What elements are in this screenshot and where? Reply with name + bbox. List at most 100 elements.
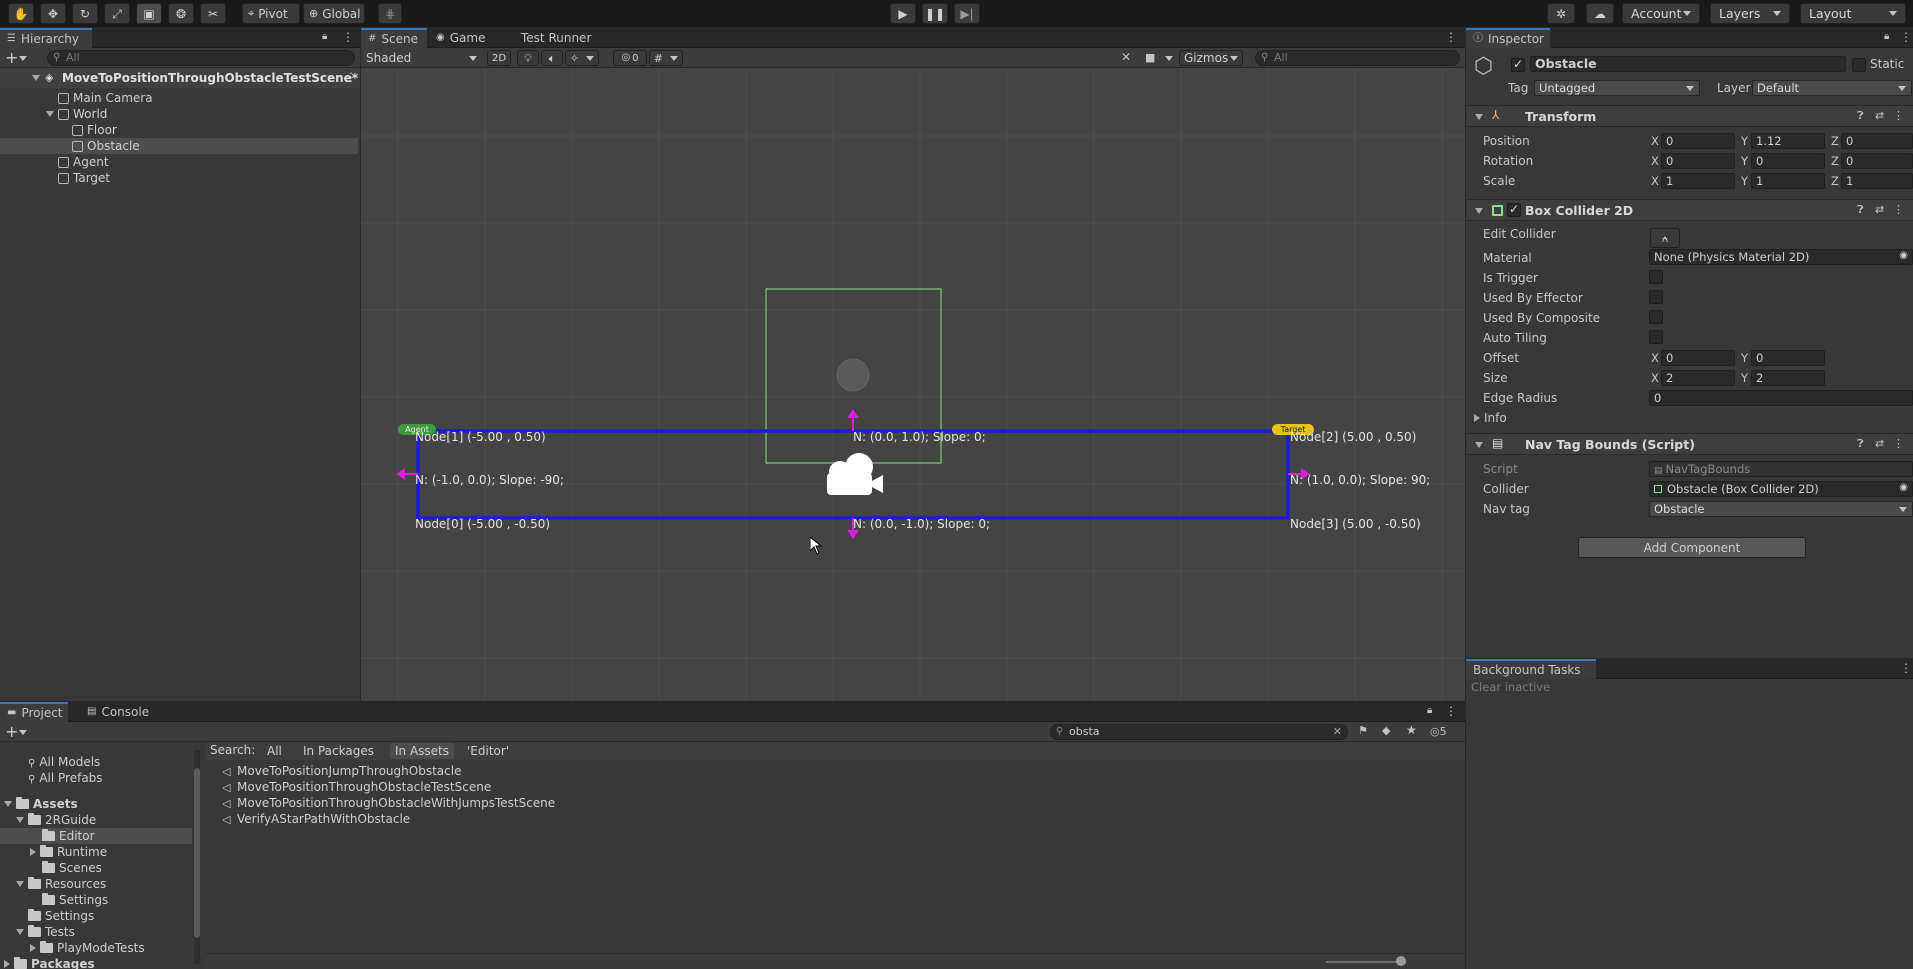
position-x-field[interactable]: 0 [1661,133,1735,149]
result-item[interactable]: ◁ MoveToPositionThroughObstacleTestScene [222,779,491,795]
account-dropdown[interactable]: Account [1622,3,1700,24]
material-field[interactable]: None (Physics Material 2D) ◉ [1649,249,1913,265]
edge-radius-field[interactable]: 0 [1649,390,1913,406]
cloud-button[interactable]: ☁ [1586,3,1614,24]
is-trigger-checkbox[interactable] [1649,270,1663,284]
tree-item-editor[interactable]: Editor [0,828,192,844]
offset-x-field[interactable]: 0 [1661,350,1735,366]
tab-console[interactable]: ▤ Console [80,702,154,722]
tree-scrollbar[interactable] [194,750,200,964]
static-checkbox[interactable] [1852,58,1866,72]
lock-icon[interactable]: 🔒︎ [1427,706,1432,716]
tree-item-runtime[interactable]: Runtime [30,844,107,860]
more-options-icon[interactable]: ⋮ [342,31,354,43]
used-by-effector-checkbox[interactable] [1649,290,1663,304]
result-item[interactable]: ◁ MoveToPositionJumpThroughObstacle [222,763,461,779]
hierarchy-item-agent[interactable]: Agent [0,154,358,170]
hierarchy-item-world[interactable]: World [0,106,358,122]
chevron-down-icon[interactable] [46,111,54,117]
box-collider-header[interactable]: Box Collider 2D ❓︎ ⇄ ⋮ [1467,199,1913,221]
tree-item-2rguide[interactable]: 2RGuide [16,812,96,828]
tree-item-settings[interactable]: Settings [28,908,94,924]
rotation-x-field[interactable]: 0 [1661,153,1735,169]
used-by-composite-checkbox[interactable] [1649,310,1663,324]
preset-icon[interactable]: ⇄ [1875,109,1884,122]
scene-search-input[interactable]: All [1255,50,1460,66]
position-y-field[interactable]: 1.12 [1751,133,1825,149]
rotation-y-field[interactable]: 0 [1751,153,1825,169]
lighting-toggle[interactable]: 💡︎ [517,50,539,66]
hidden-packages-toggle[interactable]: ◎5 [1430,725,1447,738]
tools-icon[interactable]: ✕ [1121,51,1131,63]
move-tool-button[interactable]: ✥ [40,3,66,24]
layer-dropdown[interactable]: Default [1752,80,1912,96]
tree-item-tests[interactable]: Tests [16,924,75,940]
filter-type-icon[interactable]: ⚑ [1358,725,1368,736]
scope-in-packages[interactable]: In Packages [298,743,379,759]
services-button[interactable]: ✲ [1547,3,1575,24]
tab-hierarchy[interactable]: ☰ Hierarchy [0,28,92,48]
scale-x-field[interactable]: 1 [1661,173,1735,189]
more-options-icon[interactable]: ⋮ [1893,109,1904,122]
scope-all[interactable]: All [262,743,287,759]
chevron-down-icon[interactable] [16,817,24,823]
lock-icon[interactable]: 🔒︎ [322,32,327,42]
tree-item-resources[interactable]: Resources [16,876,106,892]
tree-item-scenes[interactable]: Scenes [42,860,102,876]
hand-tool-button[interactable]: ✋ [8,3,34,24]
effects-dropdown[interactable]: ✧ [565,50,599,66]
more-options-icon[interactable]: ⋮ [345,71,357,83]
offset-y-field[interactable]: 0 [1751,350,1825,366]
scale-y-field[interactable]: 1 [1751,173,1825,189]
project-search-input[interactable]: obsta ✕ [1050,724,1348,740]
collider-field[interactable]: Obstacle (Box Collider 2D) ◉ [1649,481,1913,497]
clear-search-icon[interactable]: ✕ [1333,725,1342,739]
scope-editor[interactable]: 'Editor' [462,743,514,759]
gizmos-dropdown[interactable]: Gizmos [1179,50,1243,66]
object-picker-icon[interactable]: ◉ [1899,483,1908,493]
icon-size-slider-track[interactable] [1326,961,1406,963]
help-icon[interactable]: ❓︎ [1857,437,1864,451]
global-toggle[interactable]: ⊕ Global [303,3,365,24]
chevron-down-icon[interactable] [32,75,40,81]
grid-dropdown[interactable]: # [649,50,683,66]
hierarchy-item-floor[interactable]: Floor [0,122,358,138]
favorite-star-icon[interactable]: ★ [1406,724,1417,736]
info-foldout[interactable]: Info [1474,409,1507,427]
auto-tiling-checkbox[interactable] [1649,330,1663,344]
rotation-z-field[interactable]: 0 [1841,153,1913,169]
chevron-down-icon[interactable] [16,881,24,887]
scale-z-field[interactable]: 1 [1841,173,1913,189]
tree-scrollbar-thumb[interactable] [194,768,200,938]
result-item[interactable]: ◁ MoveToPositionThroughObstacleWithJumpsT… [222,795,555,811]
chevron-right-icon[interactable] [4,960,10,968]
transform-tool-button[interactable]: ❂ [168,3,194,24]
hidden-objects-toggle[interactable]: ◎ 0 [613,50,647,66]
size-x-field[interactable]: 2 [1661,370,1735,386]
step-button[interactable]: ▶| [954,3,980,24]
nav-tag-dropdown[interactable]: Obstacle [1649,501,1913,517]
more-options-icon[interactable]: ⋮ [1893,203,1904,216]
object-picker-icon[interactable]: ◉ [1899,251,1908,261]
hierarchy-search-input[interactable]: All [47,50,355,66]
more-options-icon[interactable]: ⋮ [1893,437,1904,450]
icon-size-slider-thumb[interactable] [1396,956,1406,966]
scene-header[interactable]: ◈ MoveToPositionThroughObstacleTestScene… [0,68,360,88]
hierarchy-item-main-camera[interactable]: Main Camera [0,90,358,106]
play-button[interactable]: ▶ [890,3,916,24]
add-icon[interactable]: + [5,48,18,67]
preset-icon[interactable]: ⇄ [1875,203,1884,216]
scope-in-assets[interactable]: In Assets [390,743,455,759]
2d-toggle[interactable]: 2D [487,50,511,66]
favorite-all-models[interactable]: ⚲ All Models [28,754,100,770]
tree-item-resources-settings[interactable]: Settings [42,892,108,908]
scale-tool-button[interactable]: ⤢ [104,3,130,24]
object-name-field[interactable]: Obstacle [1530,56,1846,72]
pause-button[interactable]: ❚❚ [922,3,948,24]
tab-background-tasks[interactable]: Background Tasks [1466,659,1596,679]
layout-dropdown[interactable]: Layout [1800,3,1906,24]
filter-label-icon[interactable]: ◆ [1382,725,1390,736]
audio-toggle[interactable]: 🔈︎ [541,50,563,66]
rect-tool-button[interactable]: ▣ [136,3,162,24]
chevron-right-icon[interactable] [30,944,36,952]
